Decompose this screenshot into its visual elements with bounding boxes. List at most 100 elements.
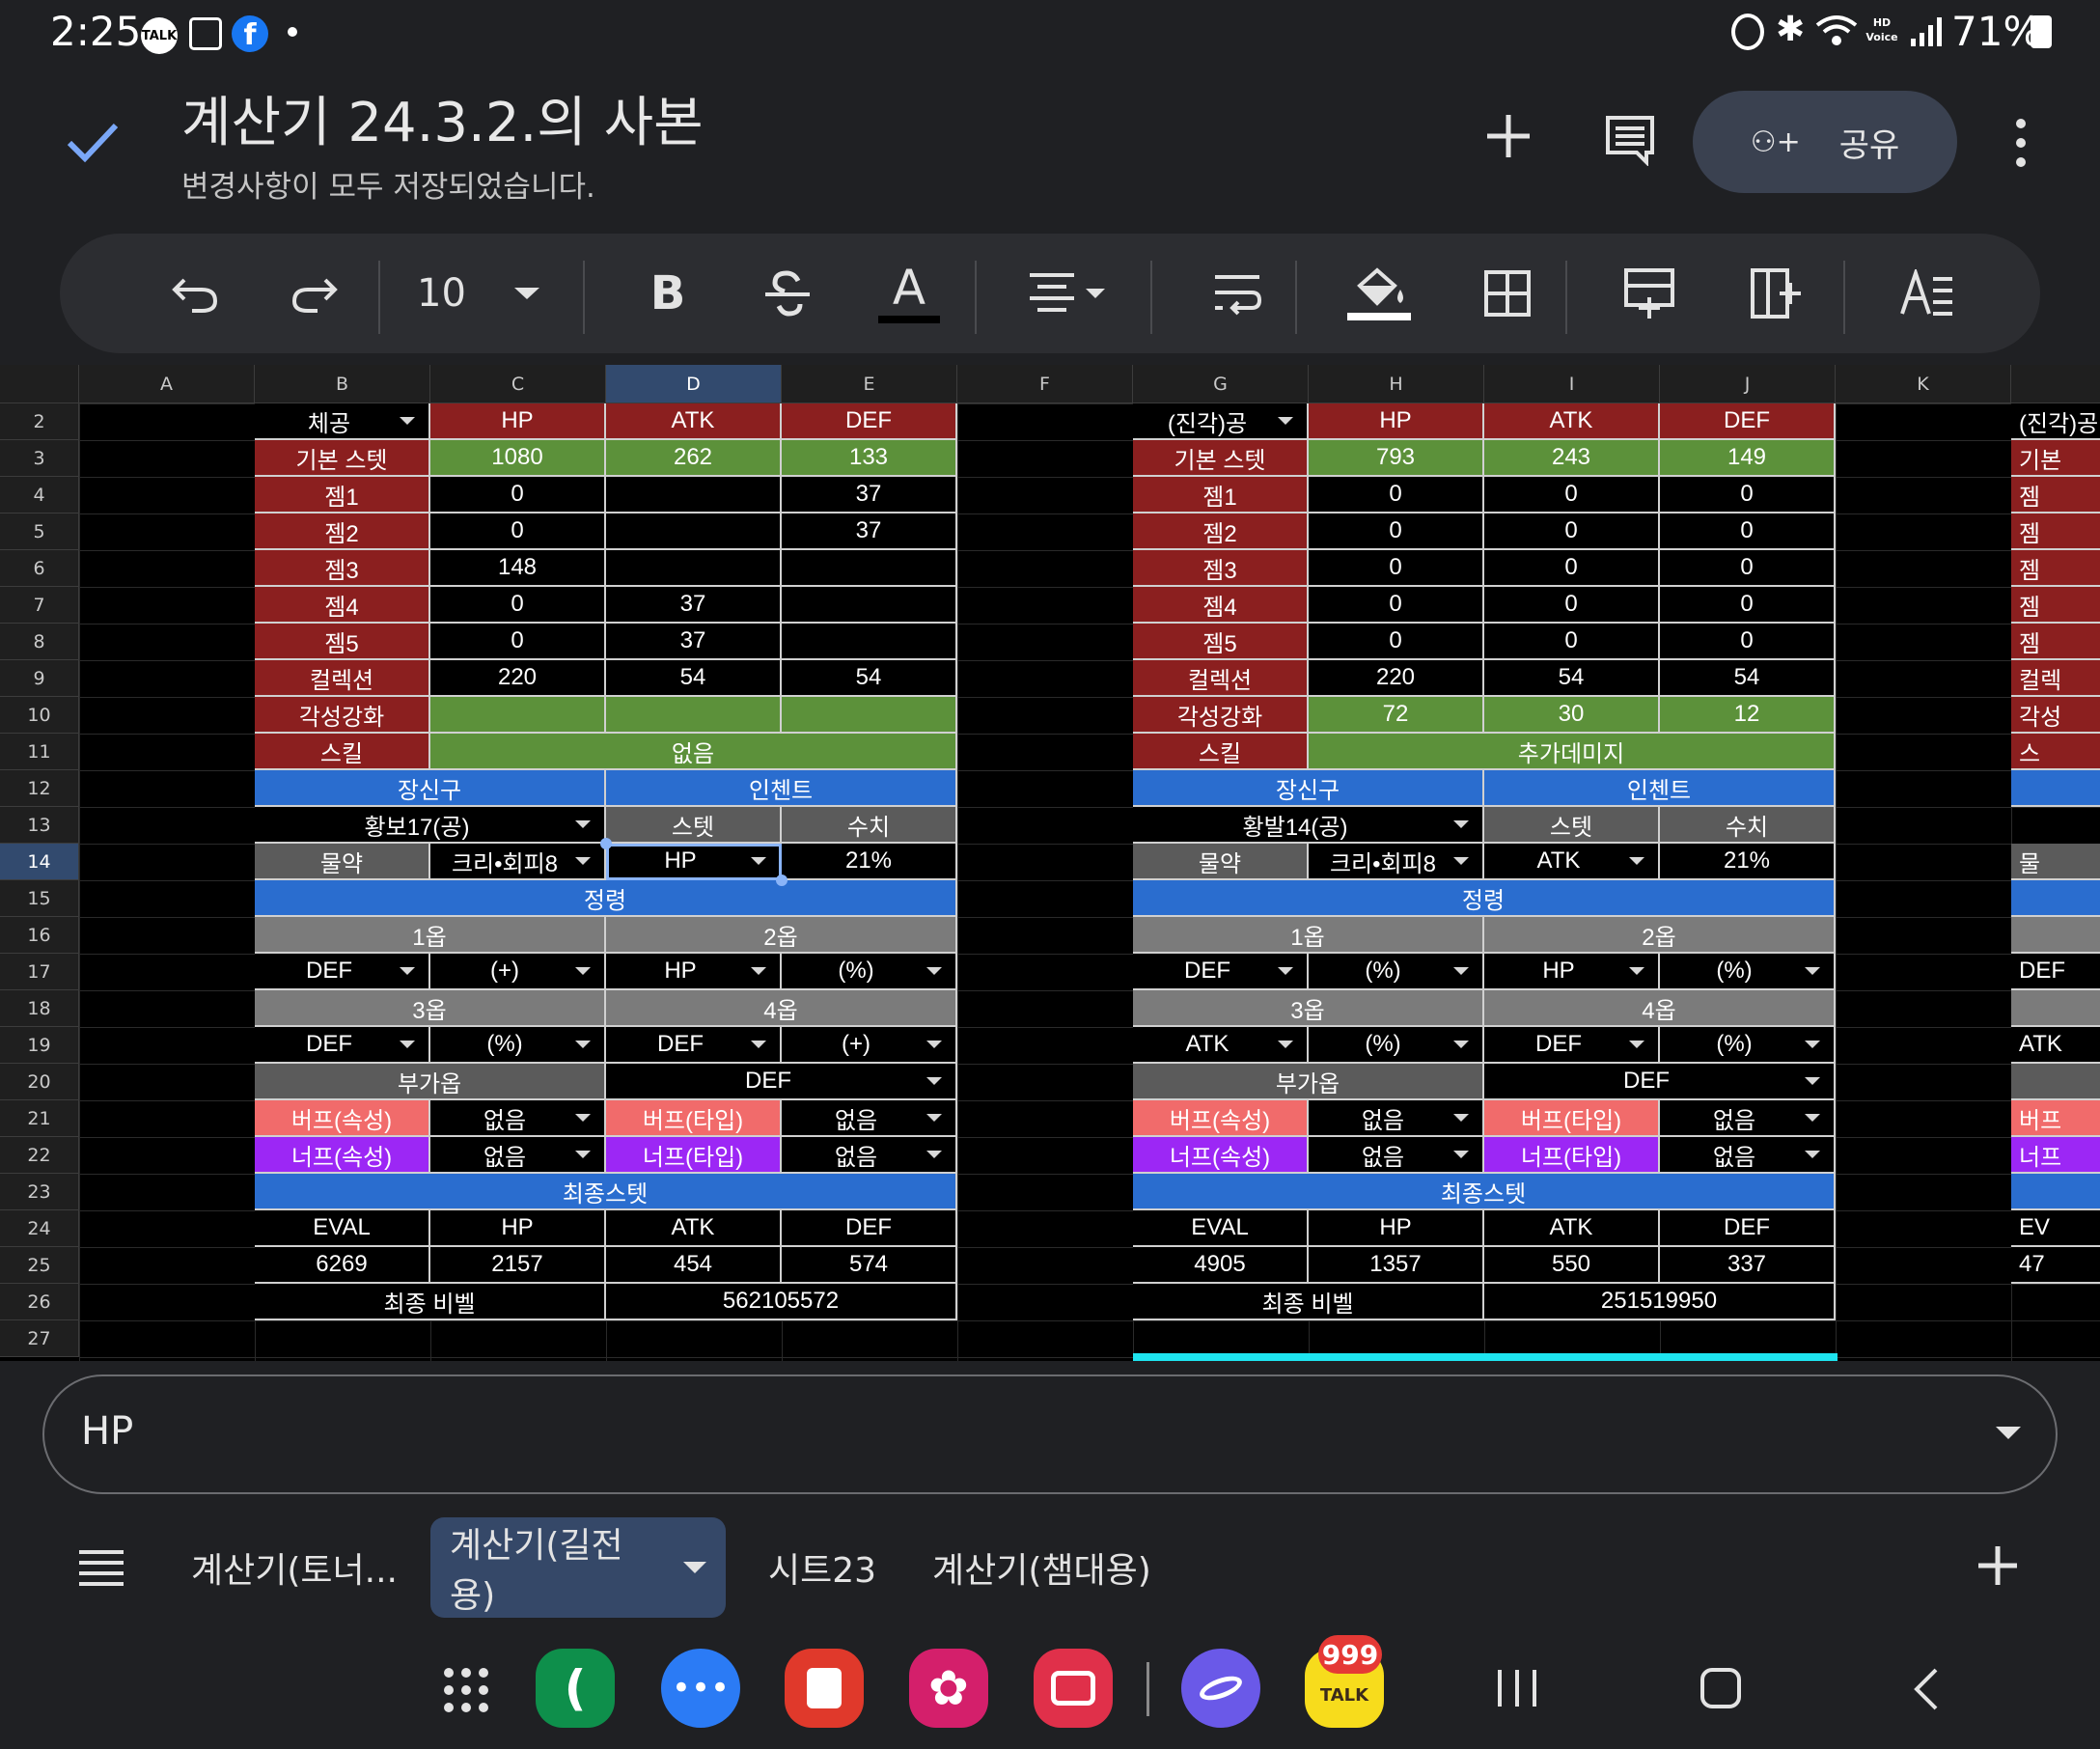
- chevron-down-icon[interactable]: [683, 1562, 706, 1573]
- enchant-stat-select[interactable]: ATK: [1484, 844, 1660, 880]
- sheet-tab[interactable]: 시트23: [768, 1517, 876, 1618]
- extra-option-select[interactable]: DEF: [1484, 1064, 1836, 1100]
- row-header[interactable]: 8: [0, 624, 79, 660]
- dropdown-chevron-icon[interactable]: [1996, 1427, 2021, 1439]
- row-header[interactable]: 10: [0, 697, 79, 734]
- row-header[interactable]: 21: [0, 1100, 79, 1137]
- gem-value[interactable]: 37: [782, 477, 957, 514]
- buff-type-select[interactable]: 없음: [1660, 1100, 1836, 1137]
- header-atk[interactable]: ATK: [1484, 403, 1660, 440]
- final-def-header[interactable]: DEF: [1660, 1210, 1836, 1247]
- buff-attr-select[interactable]: 없음: [1309, 1100, 1484, 1137]
- option1-label[interactable]: 1옵: [255, 917, 606, 954]
- enchant-value-label[interactable]: 수치: [1660, 807, 1836, 844]
- accessory-label[interactable]: 장신구: [255, 770, 606, 807]
- final-value[interactable]: 550: [1484, 1247, 1660, 1284]
- gem-value[interactable]: 0: [1484, 550, 1660, 587]
- gem-value[interactable]: 0: [1484, 587, 1660, 624]
- gem-label[interactable]: 젬3: [1133, 550, 1309, 587]
- gallery-app-icon[interactable]: ✿: [909, 1649, 988, 1728]
- insert-column-icon[interactable]: [1737, 255, 1814, 332]
- enchant-label[interactable]: 인첸트: [1484, 770, 1836, 807]
- row-header[interactable]: 2: [0, 403, 79, 440]
- enchant-value[interactable]: 21%: [782, 844, 957, 880]
- awakening-value[interactable]: [606, 697, 782, 734]
- final-value[interactable]: 574: [782, 1247, 957, 1284]
- partial-final-value[interactable]: 47: [2011, 1247, 2100, 1284]
- final-value[interactable]: 6269: [255, 1247, 430, 1284]
- gem-label[interactable]: 젬3: [255, 550, 430, 587]
- spirit-label[interactable]: 정령: [255, 880, 957, 917]
- gem-value[interactable]: [606, 477, 782, 514]
- buff-type-label[interactable]: 버프(타입): [1484, 1100, 1660, 1137]
- option-select[interactable]: DEF: [255, 954, 430, 990]
- awakening-value[interactable]: [782, 697, 957, 734]
- base-stat-value[interactable]: 1080: [430, 440, 606, 477]
- partial-accessory-label[interactable]: [2011, 770, 2100, 807]
- final-value[interactable]: 337: [1660, 1247, 1836, 1284]
- gem-value[interactable]: [606, 550, 782, 587]
- gem-value[interactable]: 0: [1309, 514, 1484, 550]
- option-select[interactable]: HP: [1484, 954, 1660, 990]
- row-header[interactable]: 15: [0, 880, 79, 917]
- partial-gem-label[interactable]: 젬: [2011, 587, 2100, 624]
- option-select[interactable]: DEF: [1484, 1027, 1660, 1064]
- column-header[interactable]: G: [1133, 365, 1309, 403]
- column-header[interactable]: B: [255, 365, 430, 403]
- column-header[interactable]: I: [1484, 365, 1660, 403]
- row-header[interactable]: 4: [0, 477, 79, 514]
- skill-value[interactable]: 추가데미지: [1309, 734, 1836, 770]
- font-size-select[interactable]: 10: [417, 255, 571, 332]
- option-select[interactable]: (%): [430, 1027, 606, 1064]
- row-header[interactable]: 20: [0, 1064, 79, 1100]
- row-header[interactable]: 25: [0, 1247, 79, 1284]
- gem-value[interactable]: 0: [1309, 624, 1484, 660]
- partial-base-label[interactable]: 기본: [2011, 440, 2100, 477]
- partial-skill-label[interactable]: 스: [2011, 734, 2100, 770]
- fill-color-icon[interactable]: [1336, 255, 1423, 332]
- eval-header[interactable]: EVAL: [1133, 1210, 1309, 1247]
- base-stat-value[interactable]: 243: [1484, 440, 1660, 477]
- header-def[interactable]: DEF: [1660, 403, 1836, 440]
- column-header[interactable]: K: [1836, 365, 2011, 403]
- final-stat-label[interactable]: 최종스텟: [255, 1174, 957, 1210]
- option-select[interactable]: (%): [782, 954, 957, 990]
- option-select[interactable]: (%): [1309, 1027, 1484, 1064]
- gem-value[interactable]: 0: [1484, 514, 1660, 550]
- option-select[interactable]: DEF: [255, 1027, 430, 1064]
- partial-option-label[interactable]: [2011, 990, 2100, 1027]
- option1-label[interactable]: 1옵: [1133, 917, 1484, 954]
- option3-label[interactable]: 3옵: [1133, 990, 1484, 1027]
- gem-value[interactable]: 0: [1484, 477, 1660, 514]
- align-icon[interactable]: [1021, 255, 1118, 332]
- final-ratio-value[interactable]: 562105572: [606, 1284, 957, 1320]
- text-format-icon[interactable]: [1884, 255, 1971, 332]
- accessory-select[interactable]: 황보17(공): [255, 807, 606, 844]
- final-value[interactable]: 1357: [1309, 1247, 1484, 1284]
- option-select[interactable]: (+): [782, 1027, 957, 1064]
- column-header[interactable]: C: [430, 365, 606, 403]
- potion-select[interactable]: 크리•회피8: [430, 844, 606, 880]
- gem-value[interactable]: 0: [1309, 550, 1484, 587]
- final-ratio-value[interactable]: 251519950: [1484, 1284, 1836, 1320]
- potion-label[interactable]: 물약: [1133, 844, 1309, 880]
- enchant-stat-label[interactable]: 스텟: [1484, 807, 1660, 844]
- gem-value[interactable]: 0: [430, 587, 606, 624]
- partial-option-select[interactable]: ATK: [2011, 1027, 2100, 1064]
- option-select[interactable]: (+): [430, 954, 606, 990]
- sheet-tab[interactable]: 계산기(토너...: [191, 1517, 398, 1618]
- awakening-value[interactable]: [430, 697, 606, 734]
- enchant-stat-select[interactable]: HP: [606, 844, 782, 880]
- nerf-type-label[interactable]: 너프(타입): [1484, 1137, 1660, 1174]
- gem-value[interactable]: [782, 624, 957, 660]
- gem-label[interactable]: 젬2: [255, 514, 430, 550]
- gem-value[interactable]: 0: [1660, 587, 1836, 624]
- nerf-attr-select[interactable]: 없음: [1309, 1137, 1484, 1174]
- enchant-stat-label[interactable]: 스텟: [606, 807, 782, 844]
- option4-label[interactable]: 4옵: [606, 990, 957, 1027]
- option2-label[interactable]: 2옵: [606, 917, 957, 954]
- option-select[interactable]: DEF: [606, 1027, 782, 1064]
- awakening-value[interactable]: 30: [1484, 697, 1660, 734]
- row-header[interactable]: 23: [0, 1174, 79, 1210]
- enchant-label[interactable]: 인첸트: [606, 770, 957, 807]
